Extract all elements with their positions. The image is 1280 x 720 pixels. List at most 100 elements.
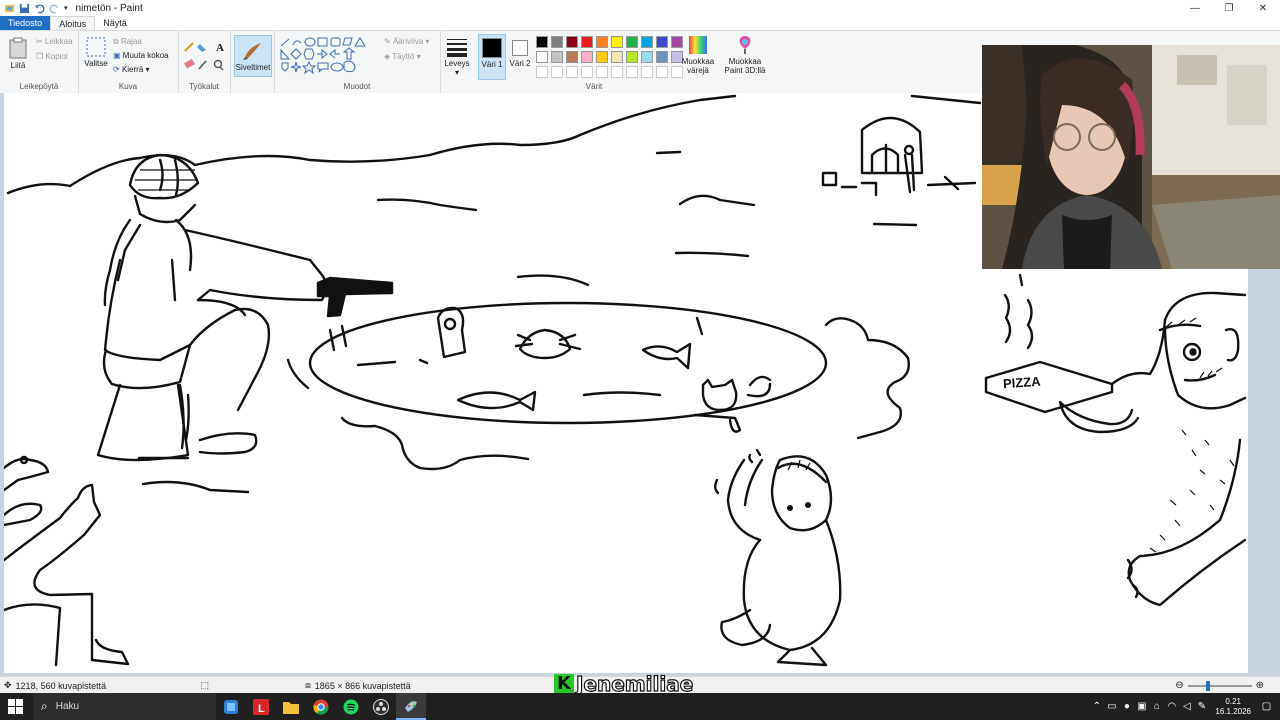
palette-swatch[interactable] [566,51,578,63]
rotate-icon: ⟳ [113,65,120,74]
outline-button[interactable]: ✎ Ääriviiva ▾ [384,37,429,46]
crop-label: Rajaa [120,37,142,46]
cut-button[interactable]: ✂ Leikkaa [36,37,73,46]
show-hidden-icons-icon[interactable]: ⌃ [1089,701,1104,712]
paint3d-button[interactable]: Muokkaa Paint 3D:llä [722,35,768,75]
scissors-icon: ✂ [36,37,43,46]
notifications-icon[interactable]: ▢ [1259,701,1274,712]
paste-button[interactable]: Liitä [6,37,30,70]
taskbar-obs[interactable] [366,693,396,720]
palette-swatch[interactable] [611,51,623,63]
line-width-icon [447,39,467,57]
palette-swatch[interactable] [626,51,638,63]
palette-swatch[interactable] [641,51,653,63]
display-icon[interactable]: ▣ [1134,701,1149,712]
color2-button[interactable]: Väri 2 [507,34,533,78]
palette-swatch[interactable] [641,36,653,48]
palette-swatch[interactable] [656,36,668,48]
group-brushes: Siveltimet [230,31,275,93]
color-wheel-icon [689,36,707,54]
copy-button[interactable]: ❐ Kopioi [36,52,68,61]
close-button[interactable]: ✕ [1246,0,1280,16]
tools-icons: A [184,42,224,71]
pen-icon[interactable]: ✎ [1194,701,1209,712]
palette-swatch-empty[interactable] [656,66,668,78]
palette-swatch-empty[interactable] [596,66,608,78]
edit-colors-button[interactable]: Muokkaa värejä [680,35,716,75]
l-app-icon: L [253,698,269,715]
save-icon[interactable] [19,3,30,14]
palette-swatch-empty[interactable] [536,66,548,78]
maximize-button[interactable]: ❐ [1212,0,1246,16]
palette-swatch[interactable] [596,36,608,48]
taskbar-paint[interactable] [396,693,426,720]
zoom-control: ⊖ ⊕ [1175,680,1264,691]
shapes-group-label: Muodot [343,82,371,91]
taskbar-app-l[interactable]: L [246,693,276,720]
taskbar-search[interactable]: ⌕ Haku [33,693,216,720]
crop-button[interactable]: ⧉ Rajaa [113,37,142,47]
zoom-in-button[interactable]: ⊕ [1256,680,1264,691]
wifi-icon[interactable]: ◠ [1164,701,1179,712]
palette-swatch[interactable] [536,36,548,48]
tab-view[interactable]: Näytä [95,16,135,30]
window-controls: — ❐ ✕ [1178,0,1280,16]
palette-swatch-empty[interactable] [551,66,563,78]
shapes-gallery[interactable] [279,37,379,77]
paste-label: Liitä [10,61,26,70]
color-palette [536,36,684,79]
palette-swatch-empty[interactable] [611,66,623,78]
palette-swatch[interactable] [551,51,563,63]
fill-button[interactable]: ◈ Täyttö ▾ [384,52,421,61]
taskbar-clock[interactable]: 0.21 16.1.2026 [1215,697,1251,717]
zoom-thumb[interactable] [1205,680,1210,691]
taskbar-widgets[interactable] [216,693,246,720]
colors-group-label: Värit [585,82,603,91]
palette-swatch-empty[interactable] [626,66,638,78]
palette-swatch[interactable] [596,51,608,63]
palette-swatch[interactable] [626,36,638,48]
copy-icon: ❐ [36,52,44,61]
rotate-button[interactable]: ⟳ Kierrä ▾ [113,65,150,74]
tab-home[interactable]: Aloitus [50,16,96,30]
search-icon: ⌕ [41,699,48,713]
zoom-out-button[interactable]: ⊖ [1175,680,1183,691]
zoom-slider[interactable] [1187,680,1252,691]
brushes-label: Siveltimet [235,63,271,72]
rotate-label: Kierrä [121,65,144,74]
brush-icon [243,43,261,60]
cursor-position-icon: ✥ [4,680,12,690]
taskbar-chrome[interactable] [306,693,336,720]
resize-label: Muuta kokoa [122,51,169,60]
tab-file[interactable]: Tiedosto [0,16,51,30]
palette-swatch[interactable] [581,51,593,63]
palette-swatch[interactable] [611,36,623,48]
palette-swatch[interactable] [656,51,668,63]
network-icon[interactable]: ▭ [1104,701,1119,712]
resize-button[interactable]: ▣ Muuta kokoa [113,51,169,60]
palette-swatch[interactable] [536,51,548,63]
language-icon[interactable]: ⌂ [1149,701,1164,712]
palette-swatch-empty[interactable] [581,66,593,78]
taskbar-file-explorer[interactable] [276,693,306,720]
svg-text:L: L [258,703,265,715]
palette-swatch[interactable] [581,36,593,48]
paint3d-label: Muokkaa Paint 3D:llä [724,57,766,75]
color1-button[interactable]: Väri 1 [478,34,506,80]
palette-swatch-empty[interactable] [566,66,578,78]
taskbar-spotify[interactable] [336,693,366,720]
minimize-button[interactable]: — [1178,0,1212,16]
palette-swatch-empty[interactable] [641,66,653,78]
palette-swatch[interactable] [566,36,578,48]
volume-icon[interactable]: ◁ [1179,701,1194,712]
start-button[interactable] [8,699,23,717]
select-button[interactable]: Valitse [84,37,108,68]
size-button[interactable]: Leveys ▾ [443,37,471,77]
redo-icon[interactable] [49,3,60,14]
brushes-button[interactable]: Siveltimet [234,35,272,77]
customize-quick-access-icon[interactable]: ▾ [64,4,68,12]
undo-icon[interactable] [34,3,45,14]
palette-swatch[interactable] [551,36,563,48]
tools-group-label: Työkalut [189,82,219,91]
microphone-icon[interactable]: ● [1119,701,1134,712]
